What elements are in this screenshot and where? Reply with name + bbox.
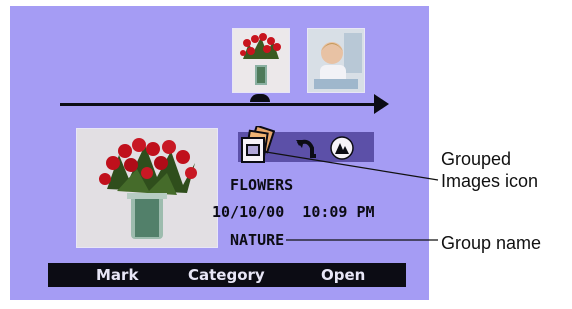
grouped-images-callout: Grouped Images icon — [441, 148, 538, 192]
group-name-callout: Group name — [441, 233, 542, 253]
grouped-images-callout-line1: Grouped — [441, 149, 512, 169]
grouped-images-callout-line — [265, 151, 439, 181]
grouped-images-callout-line2: Images icon — [441, 171, 539, 191]
